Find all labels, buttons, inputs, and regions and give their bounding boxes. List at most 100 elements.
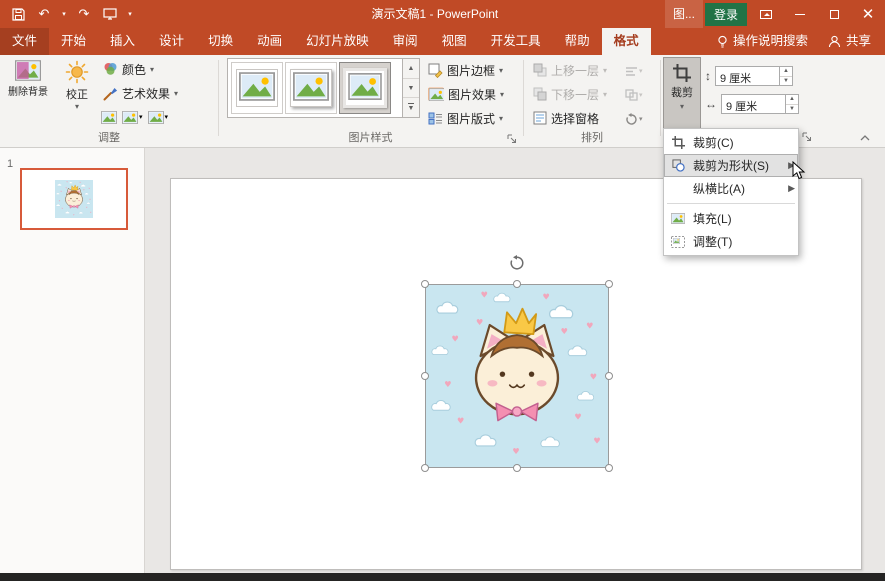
rotate-objects-icon [625, 113, 638, 125]
color-button[interactable]: 颜色 ▾ [100, 58, 157, 80]
chevron-down-icon: ▾ [499, 114, 503, 123]
width-spin-down-button[interactable]: ▼ [786, 105, 798, 114]
repeat-icon[interactable]: ↷ [72, 2, 96, 26]
height-spin-up-button[interactable]: ▲ [780, 67, 792, 77]
compress-picture-button[interactable] [100, 110, 118, 125]
selection-handle-s[interactable] [513, 464, 521, 472]
shape-height-icon: ↕ [705, 69, 711, 83]
rotate-handle[interactable] [509, 255, 525, 274]
group-label-adjust: 调整 [0, 129, 218, 145]
picture-border-button[interactable]: 图片边框 ▾ [425, 59, 506, 81]
tab-insert[interactable]: 插入 [98, 28, 147, 55]
reset-picture-icon [148, 111, 164, 124]
crop-button-pressed[interactable]: 裁剪 ▾ [663, 57, 701, 129]
tab-animations[interactable]: 动画 [245, 28, 294, 55]
mouse-cursor [792, 161, 806, 184]
tab-file[interactable]: 文件 [0, 28, 49, 55]
close-button[interactable]: ✕ [851, 0, 885, 28]
tab-home[interactable]: 开始 [49, 28, 98, 55]
tab-slideshow[interactable]: 幻灯片放映 [294, 28, 381, 55]
tab-help[interactable]: 帮助 [553, 28, 602, 55]
selection-handle-e[interactable] [605, 372, 613, 380]
color-icon [103, 62, 118, 76]
menu-item-crop[interactable]: 裁剪(C) [664, 131, 798, 154]
maximize-icon [830, 10, 839, 19]
shape-width-icon: ↔ [705, 97, 717, 111]
sign-in-button[interactable]: 登录 [705, 3, 747, 26]
tab-review[interactable]: 审阅 [381, 28, 430, 55]
corrections-button[interactable]: 校正 ▾ [56, 55, 98, 110]
gallery-scroll-down-button[interactable]: ▼ [403, 79, 419, 99]
change-picture-button[interactable]: ▾ [121, 110, 144, 125]
tell-me-search[interactable]: 操作说明搜索 [709, 28, 816, 55]
artistic-effects-button[interactable]: 艺术效果 ▾ [100, 82, 181, 104]
shape-height-row: ↕ 9 厘米 ▲▼ [705, 66, 793, 86]
fill-icon [668, 213, 688, 224]
picture-layout-button[interactable]: 图片版式 ▾ [425, 107, 506, 129]
align-icon [625, 66, 638, 77]
bring-forward-button[interactable]: 上移一层 ▾ [530, 59, 610, 81]
slide-number: 1 [7, 158, 13, 170]
save-icon[interactable] [6, 2, 30, 26]
remove-background-icon [15, 60, 41, 81]
tab-developer[interactable]: 开发工具 [479, 28, 553, 55]
selection-pane-icon [533, 111, 547, 125]
menu-item-fill[interactable]: 填充(L) [664, 207, 798, 230]
selection-handle-w[interactable] [421, 372, 429, 380]
maximize-button[interactable] [817, 0, 851, 28]
picture-style-option-3-selected[interactable] [339, 62, 391, 114]
minimize-button[interactable] [783, 0, 817, 28]
reset-picture-button[interactable]: ▾ [147, 110, 170, 125]
selection-handle-n[interactable] [513, 280, 521, 288]
customize-qat-icon[interactable]: ▾ [124, 2, 136, 26]
group-objects-button[interactable]: ▾ [624, 88, 644, 102]
tab-transitions[interactable]: 切换 [196, 28, 245, 55]
picture-effects-button[interactable]: 图片效果 ▾ [425, 83, 507, 105]
width-spin-up-button[interactable]: ▲ [786, 95, 798, 105]
contextual-tab-header[interactable]: 图... [665, 0, 703, 28]
selection-pane-button[interactable]: 选择窗格 [530, 107, 602, 129]
gallery-more-button[interactable]: ▼ [403, 98, 419, 117]
chevron-down-icon: ▾ [499, 66, 503, 75]
undo-icon[interactable]: ↶ [32, 2, 56, 26]
collapse-ribbon-button[interactable] [858, 133, 872, 143]
selection-handle-nw[interactable] [421, 280, 429, 288]
share-button[interactable]: 共享 [820, 28, 879, 55]
group-adjust: 删除背景 校正 ▾ 颜色 ▾ 艺术效果 [0, 55, 218, 148]
crop-icon [673, 64, 691, 82]
picture-effects-icon [428, 87, 444, 101]
remove-background-button[interactable]: 删除背景 [4, 55, 52, 98]
menu-item-aspect-ratio[interactable]: 纵横比(A) ▶ [664, 177, 798, 200]
crop-icon [668, 136, 688, 149]
tab-format-active[interactable]: 格式 [602, 28, 651, 55]
crop-to-shape-icon [668, 159, 688, 172]
selection-handle-ne[interactable] [605, 280, 613, 288]
selection-handle-se[interactable] [605, 464, 613, 472]
chevron-down-icon: ▾ [165, 113, 169, 121]
selected-picture[interactable] [425, 284, 609, 468]
ribbon-display-options-button[interactable] [749, 0, 783, 28]
selection-handle-sw[interactable] [421, 464, 429, 472]
align-button[interactable]: ▾ [624, 65, 644, 78]
thumbnail-cat-image [55, 180, 93, 218]
tab-design[interactable]: 设计 [147, 28, 196, 55]
slide-thumbnail-1[interactable] [20, 168, 128, 230]
picture-style-option-1[interactable] [231, 62, 283, 114]
menu-item-crop-to-shape[interactable]: 裁剪为形状(S) ▶ [664, 154, 798, 177]
minimize-icon [795, 14, 805, 15]
rotate-icon [509, 255, 525, 271]
menu-item-fit[interactable]: 调整(T) [664, 230, 798, 253]
height-spin-down-button[interactable]: ▼ [780, 77, 792, 86]
rotate-objects-button[interactable]: ▾ [624, 112, 644, 126]
shape-height-input[interactable]: 9 厘米 ▲▼ [715, 66, 793, 86]
tab-view[interactable]: 视图 [430, 28, 479, 55]
gallery-scroll-up-button[interactable]: ▲ [403, 59, 419, 79]
shape-width-input[interactable]: 9 厘米 ▲▼ [721, 94, 799, 114]
send-backward-button[interactable]: 下移一层 ▾ [530, 83, 610, 105]
undo-dropdown-icon[interactable]: ▾ [58, 2, 70, 26]
size-dialog-launcher[interactable] [801, 131, 813, 143]
picture-style-thumbnail [293, 72, 329, 101]
start-slideshow-icon[interactable] [98, 2, 122, 26]
picture-style-option-2[interactable] [285, 62, 337, 114]
chevron-down-icon: ▾ [174, 89, 178, 98]
